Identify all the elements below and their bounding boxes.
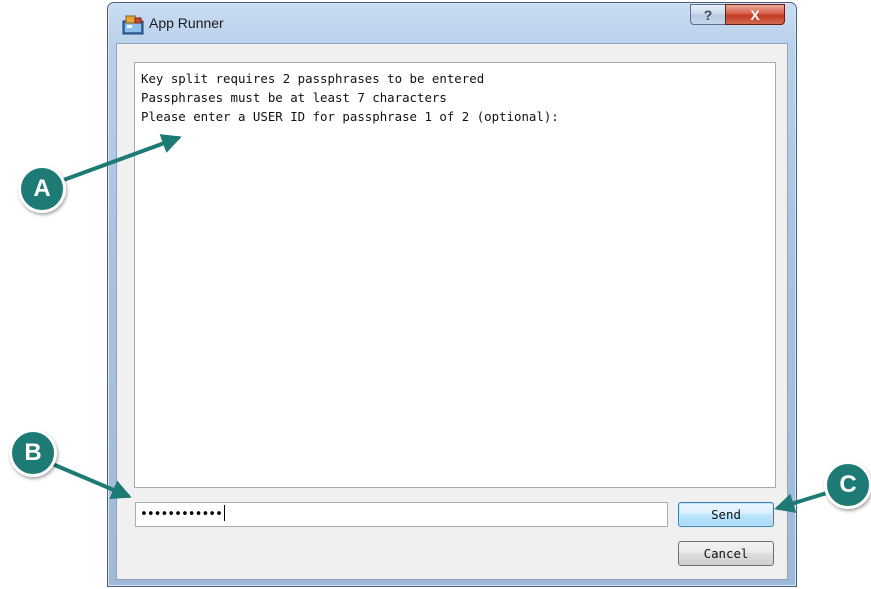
- title-bar[interactable]: App Runner ? X: [108, 3, 796, 43]
- callout-badge-c: C: [824, 461, 871, 509]
- close-button[interactable]: X: [725, 4, 785, 25]
- callout-badge-b-label: B: [24, 439, 42, 466]
- text-caret: [223, 505, 225, 521]
- output-line: Please enter a USER ID for passphrase 1 …: [141, 109, 559, 124]
- output-line: Passphrases must be at least 7 character…: [141, 90, 447, 105]
- close-icon: X: [750, 6, 760, 23]
- output-line: Key split requires 2 passphrases to be e…: [141, 71, 485, 86]
- screenshot-stage: App Runner ? X Key split requires 2 pass…: [0, 0, 871, 589]
- callout-badge-a-label: A: [33, 175, 51, 202]
- window-title: App Runner: [149, 15, 224, 31]
- send-button[interactable]: Send: [678, 502, 774, 527]
- console-output-area[interactable]: Key split requires 2 passphrases to be e…: [134, 62, 776, 488]
- passphrase-input[interactable]: ••••••••••••: [135, 502, 668, 527]
- app-runner-window: App Runner ? X Key split requires 2 pass…: [107, 2, 797, 587]
- callout-badge-a: A: [18, 165, 66, 213]
- app-runner-icon: [122, 15, 144, 35]
- callout-badge-b: B: [9, 429, 57, 477]
- cancel-button[interactable]: Cancel: [678, 541, 774, 566]
- passphrase-input-value: ••••••••••••: [140, 507, 223, 522]
- send-button-label: Send: [711, 507, 741, 522]
- dialog-client-area: Key split requires 2 passphrases to be e…: [116, 43, 788, 580]
- cancel-button-label: Cancel: [703, 546, 749, 561]
- help-icon: ?: [703, 6, 713, 23]
- callout-badge-c-label: C: [839, 471, 857, 498]
- help-button[interactable]: ?: [690, 4, 726, 25]
